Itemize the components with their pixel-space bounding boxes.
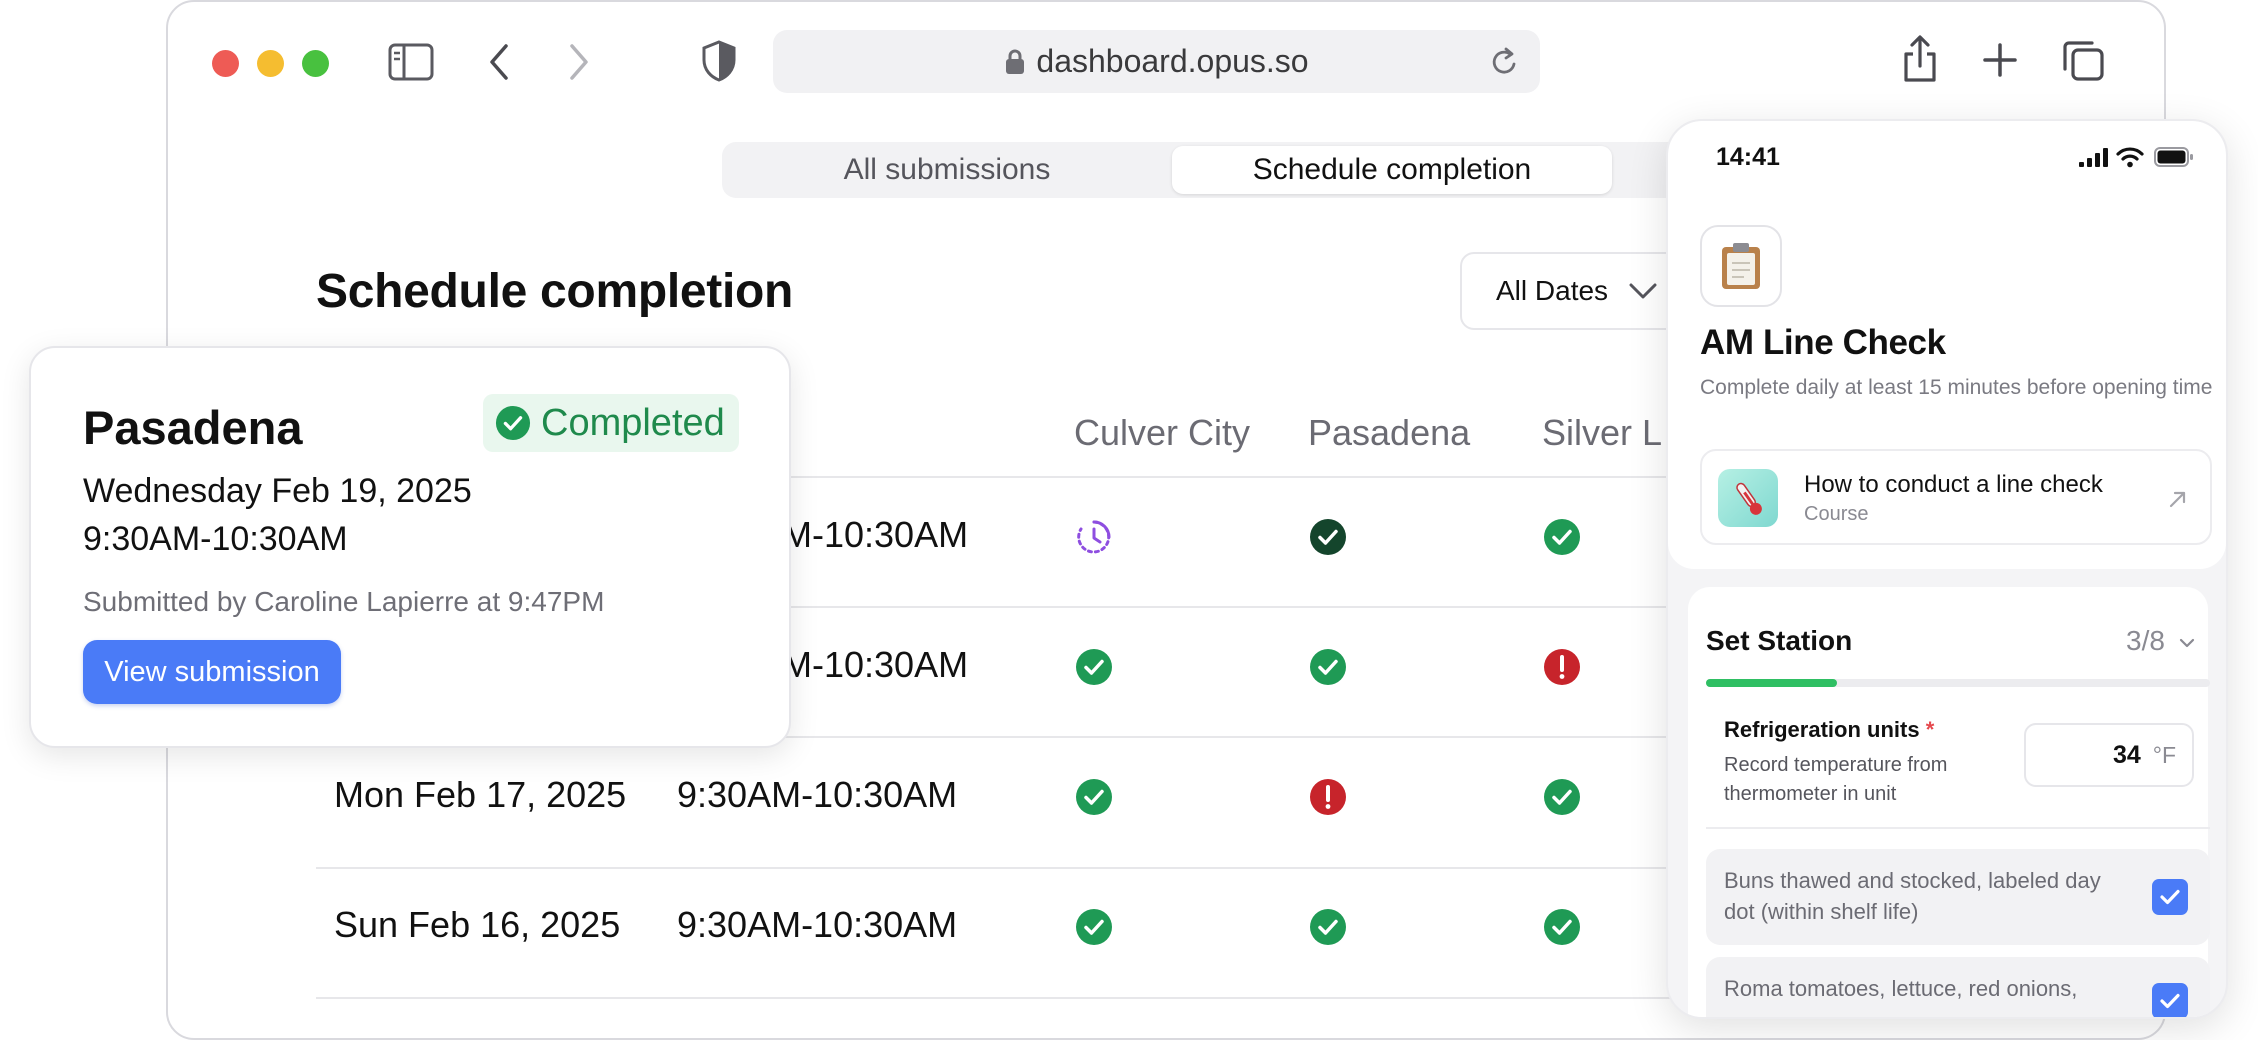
- section-count-label: 3/8: [2126, 625, 2165, 656]
- completed-check-icon[interactable]: [1543, 518, 1581, 556]
- missed-alert-icon[interactable]: [1543, 648, 1581, 686]
- minimize-window-button[interactable]: [257, 50, 284, 77]
- section-progress-bar: [1706, 679, 2210, 687]
- battery-icon: [2154, 147, 2193, 167]
- completed-check-icon[interactable]: [1543, 778, 1581, 816]
- checklist-item[interactable]: Roma tomatoes, lettuce, red onions,: [1706, 957, 2210, 1017]
- address-bar[interactable]: dashboard.opus.so: [773, 30, 1540, 93]
- status-badge-label: Completed: [541, 401, 725, 444]
- zoom-window-button[interactable]: [302, 50, 329, 77]
- chevron-down-icon: [1629, 283, 1657, 299]
- new-tab-icon[interactable]: [1982, 42, 2018, 78]
- completed-check-icon: [495, 405, 531, 441]
- date-filter-label: All Dates: [1496, 275, 1609, 306]
- lock-icon: [1006, 49, 1025, 74]
- checklist-description: Complete daily at least 15 minutes befor…: [1700, 376, 2213, 399]
- completed-check-icon[interactable]: [1075, 908, 1113, 946]
- completed-check-icon[interactable]: [1309, 908, 1347, 946]
- completed-check-icon[interactable]: [1543, 908, 1581, 946]
- field-help-text: Record temperature from thermometer in u…: [1724, 754, 1948, 805]
- tab-schedule-completion[interactable]: Schedule completion: [1172, 146, 1612, 194]
- course-thumbnail: [1718, 469, 1778, 527]
- page-title: Schedule completion: [316, 265, 794, 318]
- checkbox-checked[interactable]: [2152, 879, 2188, 915]
- field-divider: [1706, 827, 2210, 829]
- row-date: Mon Feb 17, 2025: [334, 774, 627, 815]
- completed-check-icon[interactable]: [1309, 648, 1347, 686]
- checkbox-checked[interactable]: [2152, 983, 2188, 1017]
- popover-time: 9:30AM-10:30AM: [83, 520, 348, 558]
- row-time: M-10:30AM: [782, 514, 969, 555]
- section-title: Set Station: [1706, 625, 1853, 656]
- share-icon[interactable]: [1900, 34, 1940, 84]
- field-label: Refrigeration units *: [1724, 717, 1934, 743]
- section-progress-count[interactable]: 3/8: [2126, 625, 2195, 657]
- row-time: M-10:30AM: [782, 644, 969, 685]
- table-divider: [316, 867, 1716, 869]
- status-bar-clock: 14:41: [1716, 143, 1780, 171]
- wifi-icon: [2116, 147, 2144, 168]
- checklist-title: AM Line Check: [1700, 323, 1946, 362]
- checklist-item-text: Buns thawed and stocked, labeled day dot…: [1724, 868, 2101, 924]
- checklist-avatar: [1700, 225, 1782, 307]
- completed-check-icon[interactable]: [1075, 778, 1113, 816]
- checklist-item-text: Roma tomatoes, lettuce, red onions,: [1724, 976, 2078, 1001]
- address-url: dashboard.opus.so: [1036, 43, 1309, 79]
- required-marker: *: [1925, 717, 1935, 742]
- cellular-signal-icon: [2079, 148, 2108, 167]
- temperature-input[interactable]: 34 °F: [2024, 723, 2194, 787]
- section-progress-fill: [1706, 679, 1838, 687]
- row-time: 9:30AM-10:30AM: [677, 904, 958, 945]
- field-label-text: Refrigeration units: [1724, 717, 1920, 742]
- course-title: How to conduct a line check: [1804, 471, 2103, 498]
- checkmark-icon: [2160, 889, 2180, 905]
- back-icon[interactable]: [486, 42, 512, 82]
- tab-all-submissions[interactable]: All submissions: [726, 146, 1168, 194]
- popover-date: Wednesday Feb 19, 2025: [83, 472, 472, 510]
- row-time: 9:30AM-10:30AM: [677, 774, 958, 815]
- forward-icon[interactable]: [566, 42, 592, 82]
- temperature-unit: °F: [2152, 741, 2176, 768]
- status-badge: Completed: [483, 394, 739, 452]
- sidebar-toggle-icon[interactable]: [388, 42, 434, 82]
- external-link-arrow-icon[interactable]: [2168, 489, 2188, 509]
- completed-dark-check-icon[interactable]: [1309, 518, 1347, 556]
- course-link-card[interactable]: How to conduct a line check Course: [1700, 449, 2212, 545]
- thermometer-icon: [1736, 482, 1762, 515]
- shield-icon[interactable]: [701, 40, 737, 82]
- popover-location: Pasadena: [83, 401, 303, 454]
- tab-overview-icon[interactable]: [2061, 38, 2105, 82]
- phone-mockup: 14:41 AM Line Check Complete daily at le…: [1666, 119, 2228, 1019]
- temperature-value: 34: [2112, 740, 2141, 769]
- column-header-pasadena: Pasadena: [1308, 412, 1471, 453]
- checkmark-icon: [2160, 993, 2180, 1009]
- set-station-section: Set Station 3/8 Refrigeration units * Re…: [1688, 587, 2210, 1017]
- date-filter-dropdown[interactable]: All Dates: [1460, 252, 1700, 330]
- close-window-button[interactable]: [212, 50, 239, 77]
- view-segmented-control: All submissions Schedule completion: [722, 142, 1722, 198]
- column-header-culver-city: Culver City: [1074, 412, 1251, 453]
- reload-icon[interactable]: [1490, 46, 1520, 78]
- view-submission-button[interactable]: View submission: [83, 640, 341, 704]
- checklist-header-panel: 14:41 AM Line Check Complete daily at le…: [1668, 121, 2226, 569]
- popover-submitted-by: Submitted by Caroline Lapierre at 9:47PM: [83, 586, 605, 617]
- column-header-silver-lake: Silver L: [1542, 412, 1663, 453]
- row-date: Sun Feb 16, 2025: [334, 904, 621, 945]
- clipboard-icon: [1722, 243, 1760, 289]
- chevron-down-icon: [2179, 638, 2194, 647]
- table-divider: [316, 997, 1716, 999]
- submission-popover: Pasadena Completed Wednesday Feb 19, 202…: [29, 346, 791, 748]
- pending-clock-icon[interactable]: [1075, 518, 1113, 556]
- completed-check-icon[interactable]: [1075, 648, 1113, 686]
- missed-alert-icon[interactable]: [1309, 778, 1347, 816]
- checklist-item[interactable]: Buns thawed and stocked, labeled day dot…: [1706, 849, 2210, 945]
- course-type: Course: [1804, 503, 1869, 525]
